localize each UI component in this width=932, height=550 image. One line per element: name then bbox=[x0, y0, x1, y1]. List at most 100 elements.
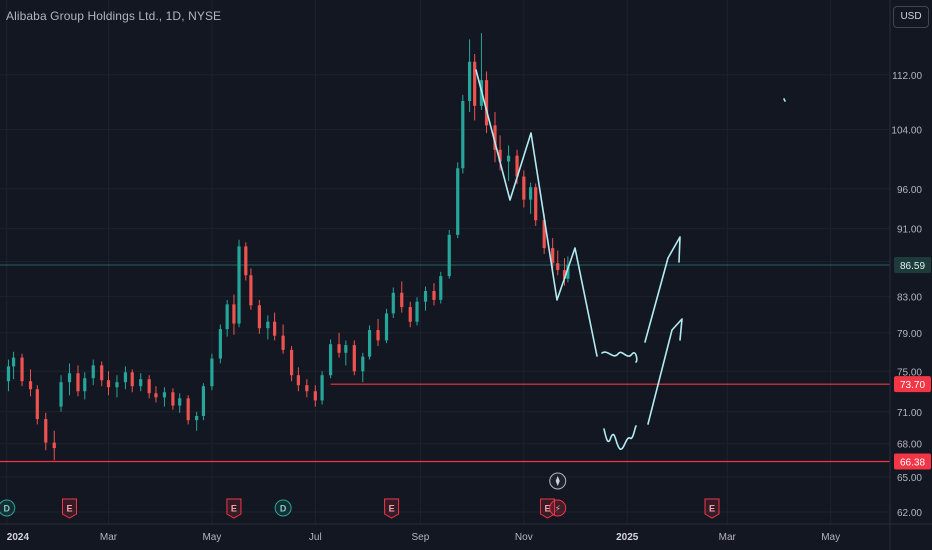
y-tick-label: 91.00 bbox=[897, 224, 922, 235]
earnings-marker[interactable]: E bbox=[384, 498, 400, 519]
grid bbox=[0, 0, 890, 524]
candle-body bbox=[408, 307, 412, 322]
candle-body bbox=[257, 305, 261, 329]
candle-body bbox=[225, 304, 229, 330]
candle-body bbox=[139, 379, 143, 387]
candle-body bbox=[289, 349, 294, 376]
dividend-marker[interactable]: D bbox=[0, 499, 16, 517]
earnings-marker[interactable]: E bbox=[226, 498, 242, 519]
candle-body bbox=[162, 392, 167, 398]
candle-body bbox=[249, 275, 253, 306]
last-price-label: 86.59 bbox=[900, 261, 925, 272]
candle-body bbox=[384, 313, 389, 341]
y-tick-label: 104.00 bbox=[891, 126, 922, 137]
y-tick-label: 71.00 bbox=[897, 408, 922, 419]
candle-body bbox=[106, 380, 111, 388]
candle-body bbox=[100, 365, 104, 381]
price-labels: 86.59 73.70 66.38 bbox=[894, 257, 931, 470]
candle-body bbox=[244, 246, 248, 276]
earnings-badge-label: E bbox=[66, 504, 72, 514]
candle-body bbox=[432, 291, 436, 300]
x-tick-label: 2024 bbox=[7, 532, 30, 543]
drawing-stroke bbox=[783, 98, 786, 102]
y-tick-label: 65.00 bbox=[897, 473, 922, 484]
candle-body bbox=[218, 329, 222, 359]
candle-body bbox=[467, 61, 472, 102]
symbol-title: Alibaba Group Holdings Ltd., 1D, NYSE bbox=[6, 9, 222, 23]
candle-body bbox=[83, 378, 87, 392]
candle-body bbox=[130, 372, 134, 387]
earnings-badge-label: E bbox=[389, 504, 395, 514]
candle-body bbox=[296, 375, 300, 386]
user-drawings[interactable] bbox=[475, 69, 786, 450]
x-tick-label: 2025 bbox=[616, 532, 639, 543]
x-tick-label: Mar bbox=[100, 532, 118, 543]
candle-body bbox=[337, 344, 341, 353]
support-level-label: 73.70 bbox=[900, 380, 925, 391]
candle-body bbox=[115, 382, 119, 388]
price-chart[interactable]: D E E D E E ⚡ E 2024 Mar May Jul Sep Nov 2025 Mar May 6… bbox=[0, 0, 932, 550]
candle-body bbox=[529, 187, 533, 200]
candle-body bbox=[35, 389, 39, 420]
y-tick-label: 112.00 bbox=[892, 71, 922, 82]
earnings-marker[interactable]: E bbox=[62, 498, 78, 519]
candle-body bbox=[344, 345, 348, 353]
drawing-stroke bbox=[603, 425, 637, 450]
candle-body bbox=[273, 321, 277, 336]
y-tick-label: 83.00 bbox=[897, 292, 922, 303]
candle-body bbox=[367, 330, 372, 357]
candle-body bbox=[67, 373, 72, 383]
x-tick-label: Nov bbox=[515, 532, 533, 543]
candle-body bbox=[266, 321, 270, 329]
candle-body bbox=[11, 357, 16, 367]
x-tick-label: May bbox=[202, 532, 221, 543]
candle-body bbox=[20, 357, 24, 382]
candle-body bbox=[456, 168, 460, 235]
y-tick-label: 62.00 bbox=[897, 508, 922, 519]
candle-body bbox=[44, 419, 48, 443]
candle-body bbox=[171, 392, 175, 406]
support-level-label: 66.38 bbox=[900, 458, 925, 469]
candle-body bbox=[76, 373, 80, 392]
candle-body bbox=[6, 366, 11, 382]
earnings-badge-label: E bbox=[231, 504, 237, 514]
candle-body bbox=[178, 398, 182, 406]
dividend-marker[interactable]: D bbox=[274, 499, 292, 517]
candle-body bbox=[391, 292, 395, 314]
candle-body bbox=[195, 415, 199, 421]
drawing-stroke bbox=[601, 351, 638, 363]
earnings-badge-label: E bbox=[709, 504, 715, 514]
horizontal-levels[interactable] bbox=[0, 264, 890, 463]
candle-body bbox=[376, 330, 380, 341]
candle-body bbox=[361, 356, 365, 372]
candle-body bbox=[147, 379, 151, 394]
candle-body bbox=[320, 375, 324, 401]
candle-body bbox=[313, 391, 317, 401]
candle-body bbox=[201, 386, 206, 416]
candle-body bbox=[237, 246, 241, 324]
y-tick-label: 68.00 bbox=[897, 440, 922, 451]
candle-body bbox=[91, 365, 95, 379]
candle-body bbox=[506, 155, 511, 162]
candle-body bbox=[210, 358, 214, 387]
candle-body bbox=[423, 291, 428, 302]
candle-body bbox=[556, 263, 560, 271]
candle-body bbox=[305, 385, 309, 392]
dividend-badge-label: D bbox=[4, 504, 11, 514]
currency-button[interactable]: USD bbox=[893, 6, 929, 28]
candle-body bbox=[59, 382, 63, 407]
candle-body bbox=[352, 345, 356, 372]
alert-marker[interactable]: ⚡ bbox=[549, 472, 567, 517]
candle-body bbox=[154, 393, 158, 398]
y-tick-label: 96.00 bbox=[897, 185, 922, 196]
x-axis: 2024 Mar May Jul Sep Nov 2025 Mar May bbox=[0, 523, 932, 543]
event-markers[interactable]: D E E D E E ⚡ E bbox=[0, 472, 720, 519]
candle-body bbox=[447, 234, 451, 277]
candle-body bbox=[473, 61, 477, 106]
candle-body bbox=[461, 101, 465, 169]
candle-body bbox=[186, 398, 190, 421]
candle-body bbox=[281, 335, 285, 350]
candle-body bbox=[52, 442, 56, 449]
earnings-marker[interactable]: E bbox=[704, 498, 720, 519]
candle-body bbox=[232, 304, 236, 324]
